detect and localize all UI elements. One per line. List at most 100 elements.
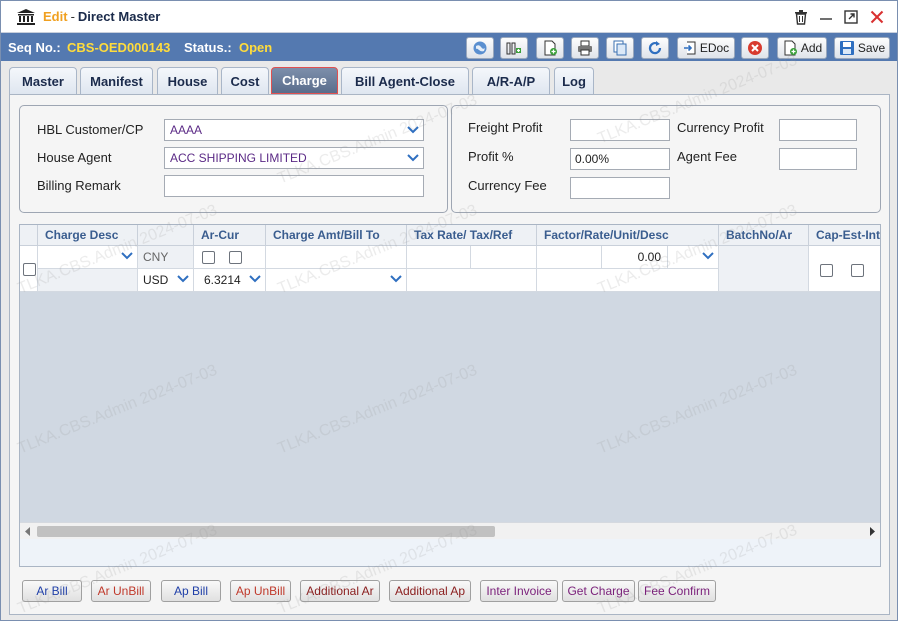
get-charge-label: Get Charge	[567, 584, 630, 598]
status-toolbar: Seq No.: CBS-OED000143 Status.: Open EDo…	[1, 33, 897, 61]
tab-charge[interactable]: Charge	[271, 67, 338, 94]
tax-rate-input[interactable]	[407, 246, 471, 269]
grid-header-tax[interactable]: Tax Rate/ Tax/Ref	[407, 225, 537, 246]
grid-footer	[20, 539, 880, 566]
window-name: Direct Master	[77, 9, 161, 24]
chevron-down-icon	[177, 275, 189, 283]
copy-icon	[613, 40, 627, 56]
tab-house[interactable]: House	[157, 67, 218, 94]
add-label: Add	[800, 41, 823, 55]
tab-log[interactable]: Log	[554, 67, 594, 94]
factor-input[interactable]	[537, 246, 602, 269]
bank-icon	[17, 9, 35, 25]
ap-bill-button[interactable]: Ap Bill	[161, 580, 221, 602]
additional-ap-button[interactable]: Additional Ap	[389, 580, 471, 602]
fee-confirm-button[interactable]: Fee Confirm	[638, 580, 716, 602]
agent-fee-input[interactable]	[779, 148, 857, 170]
charge-amt-input[interactable]	[266, 246, 407, 269]
print-icon	[578, 40, 592, 56]
tax-input[interactable]	[471, 246, 537, 269]
currency-profit-label: Currency Profit	[677, 120, 764, 135]
ar-bill-button[interactable]: Ar Bill	[22, 580, 82, 602]
columns-button[interactable]	[500, 37, 528, 59]
billing-remark-input[interactable]	[164, 175, 424, 197]
tab-cost[interactable]: Cost	[221, 67, 269, 94]
grid-header-batch[interactable]: BatchNo/Ar	[719, 225, 809, 246]
hbl-customer-select[interactable]: AAAA	[164, 119, 424, 141]
ar-cur-checkbox-1[interactable]	[202, 251, 215, 264]
direct-master-window: Edit - Direct Master Seq No.: CBS-OED00014…	[0, 0, 898, 621]
tab-bill-agent-close[interactable]: Bill Agent-Close	[341, 67, 469, 94]
agent-fee-label: Agent Fee	[677, 149, 737, 164]
cancel-button[interactable]	[741, 37, 769, 59]
grid-header-ar-cur[interactable]: Ar-Cur	[194, 225, 266, 246]
columns-icon	[506, 42, 521, 55]
freight-profit-input[interactable]	[570, 119, 670, 141]
scroll-right-icon[interactable]	[868, 527, 876, 536]
get-charge-button[interactable]: Get Charge	[562, 580, 635, 602]
charge-grid: Charge Desc Ar-Cur Charge Amt/Bill To Ta…	[19, 224, 881, 567]
window-title: Edit - Direct Master	[43, 9, 160, 24]
tab-ar-ap[interactable]: A/R-A/P	[472, 67, 550, 94]
ap-unbill-button[interactable]: Ap UnBill	[230, 580, 291, 602]
status-value: Open	[239, 40, 273, 55]
ar-unbill-button[interactable]: Ar UnBill	[91, 580, 151, 602]
currency-bottom-value: USD	[143, 273, 169, 287]
currency-profit-input[interactable]	[779, 119, 857, 141]
tab-manifest[interactable]: Manifest	[80, 67, 153, 94]
tab-master[interactable]: Master	[9, 67, 77, 94]
grid-header-charge-amt[interactable]: Charge Amt/Bill To	[266, 225, 407, 246]
cap-est-checkbox-1[interactable]	[820, 264, 833, 277]
refresh-button[interactable]	[641, 37, 669, 59]
ar-cur-checkbox-2[interactable]	[229, 251, 242, 264]
scrollbar-thumb[interactable]	[37, 526, 495, 537]
copy-button[interactable]	[606, 37, 634, 59]
title-bar: Edit - Direct Master	[1, 1, 897, 33]
ar-cur-cell	[194, 246, 266, 269]
trash-icon[interactable]	[793, 9, 809, 25]
charge-desc-select[interactable]	[38, 246, 138, 269]
scroll-left-icon[interactable]	[24, 527, 32, 536]
grid-header-cap-est-int[interactable]: Cap-Est-Int	[809, 225, 880, 246]
add-button[interactable]: Add	[777, 37, 827, 59]
grid-header-select	[20, 225, 38, 246]
minimize-icon[interactable]	[818, 9, 834, 25]
print-button[interactable]	[571, 37, 599, 59]
save-icon	[839, 41, 854, 55]
unit-select[interactable]	[668, 246, 719, 269]
ref-input[interactable]	[407, 269, 537, 292]
additional-ar-button[interactable]: Additional Ar	[300, 580, 380, 602]
maximize-icon[interactable]	[843, 9, 859, 25]
ex-rate-select[interactable]: 6.3214	[194, 269, 266, 292]
grid-header-charge-desc[interactable]: Charge Desc	[38, 225, 138, 246]
chevron-down-icon	[407, 126, 419, 134]
chevron-down-icon	[121, 252, 133, 260]
grid-header-factor[interactable]: Factor/Rate/Unit/Desc	[537, 225, 719, 246]
currency-select[interactable]: USD	[138, 269, 194, 292]
currency-fee-label: Currency Fee	[468, 178, 547, 193]
rate-input[interactable]: 0.00	[602, 246, 668, 269]
horizontal-scrollbar[interactable]	[20, 522, 880, 539]
house-agent-select[interactable]: ACC SHIPPING LIMITED	[164, 147, 424, 169]
cancel-icon	[748, 41, 762, 55]
batch-no-cell	[719, 246, 809, 292]
new-doc-button[interactable]	[536, 37, 564, 59]
additional-ap-label: Additional Ap	[394, 584, 466, 598]
fee-confirm-label: Fee Confirm	[643, 584, 711, 598]
cap-est-checkbox-2[interactable]	[851, 264, 864, 277]
currency-fee-input[interactable]	[570, 177, 670, 199]
ar-bill-label: Ar Bill	[36, 584, 68, 598]
edoc-button[interactable]: EDoc	[677, 37, 735, 59]
additional-ar-label: Additional Ar	[306, 584, 374, 598]
save-button[interactable]: Save	[834, 37, 890, 59]
profit-pct-input[interactable]: 0.00%	[570, 148, 670, 170]
row-select-checkbox[interactable]	[23, 263, 36, 276]
refresh-icon	[648, 41, 662, 55]
globe-button[interactable]	[466, 37, 494, 59]
desc-input[interactable]	[537, 269, 719, 292]
inter-invoice-button[interactable]: Inter Invoice	[480, 580, 558, 602]
house-agent-value: ACC SHIPPING LIMITED	[170, 151, 307, 165]
close-icon[interactable]	[869, 9, 885, 25]
house-agent-label: House Agent	[37, 150, 112, 165]
bill-to-select[interactable]	[266, 269, 407, 292]
